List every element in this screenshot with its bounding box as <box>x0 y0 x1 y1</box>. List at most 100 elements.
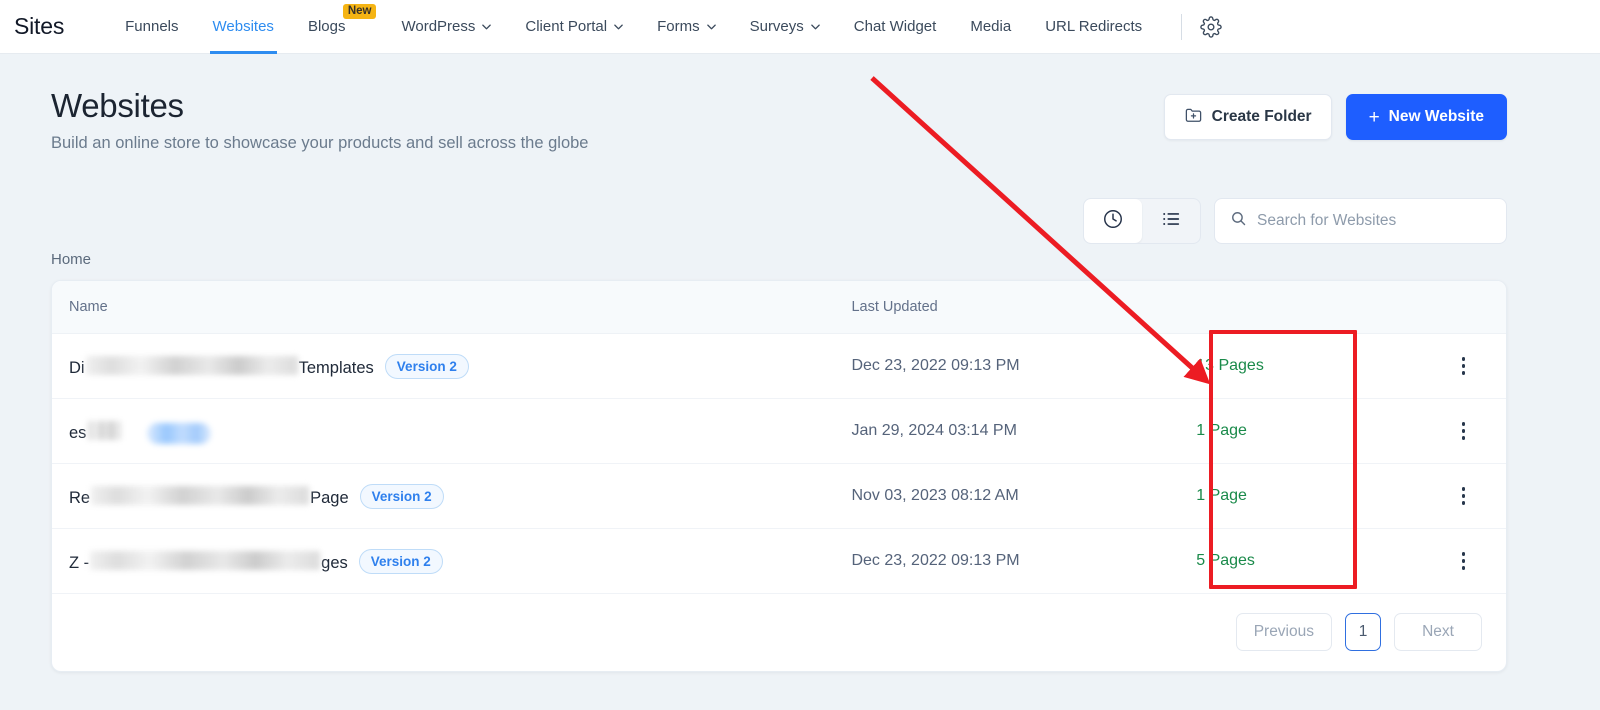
nav-item-wordpress[interactable]: WordPress <box>384 0 508 54</box>
new-badge: New <box>342 3 377 20</box>
nav-item-blogs[interactable]: Blogs New <box>291 0 377 54</box>
search-box[interactable] <box>1214 198 1507 244</box>
search-icon <box>1230 210 1247 232</box>
redacted-name-blur <box>87 421 122 440</box>
redacted-name-blur <box>85 356 298 375</box>
kebab-menu-icon[interactable] <box>1450 479 1478 513</box>
previous-page-button[interactable]: Previous <box>1235 613 1332 651</box>
top-navigation-bar: Sites Funnels Websites Blogs New WordPre… <box>0 0 1600 54</box>
view-mode-toggle <box>1083 198 1201 244</box>
nav-item-url-redirects[interactable]: URL Redirects <box>1028 0 1159 54</box>
next-page-button[interactable]: Next <box>1394 613 1482 651</box>
new-website-button[interactable]: + New Website <box>1345 94 1507 140</box>
row-actions-cell <box>1421 349 1506 383</box>
nav-divider <box>1181 13 1183 40</box>
row-pages-count[interactable]: 13 Pages <box>1196 357 1421 375</box>
nav-item-websites[interactable]: Websites <box>196 0 291 54</box>
name-suffix: Templates <box>298 359 374 377</box>
website-name: Re Page Version 2 <box>69 483 444 509</box>
row-name-cell[interactable]: Re Page Version 2 <box>52 483 851 509</box>
redacted-name-blur <box>90 551 321 570</box>
recent-view-button[interactable] <box>1084 199 1142 243</box>
list-icon <box>1160 208 1182 235</box>
row-last-updated: Jan 29, 2024 03:14 PM <box>851 422 1017 439</box>
redacted-name-blur <box>91 486 310 505</box>
table-row[interactable]: Z - ges Version 2 Dec 23, 2022 09:13 PM … <box>52 529 1506 594</box>
row-actions-cell <box>1421 544 1506 578</box>
create-folder-label: Create Folder <box>1211 108 1312 125</box>
kebab-menu-icon[interactable] <box>1450 349 1478 383</box>
nav-item-label: Surveys <box>749 18 804 35</box>
breadcrumb-item-home[interactable]: Home <box>51 251 91 268</box>
row-actions-cell <box>1421 414 1506 448</box>
nav-item-forms[interactable]: Forms <box>640 0 733 54</box>
row-name-cell[interactable]: es <box>52 419 851 444</box>
create-folder-button[interactable]: Create Folder <box>1163 94 1332 140</box>
table-row[interactable]: Di Templates Version 2 Dec 23, 2022 09:1… <box>52 334 1506 399</box>
row-name-cell[interactable]: Di Templates Version 2 <box>52 353 851 379</box>
list-view-button[interactable] <box>1142 199 1200 243</box>
list-toolbar <box>1083 198 1507 244</box>
version-badge: Version 2 <box>358 548 443 574</box>
clock-icon <box>1102 208 1124 235</box>
website-name: es <box>69 419 212 444</box>
new-website-label: New Website <box>1388 108 1484 125</box>
website-name-text: Di Templates <box>69 354 374 378</box>
redacted-version-badge-blur <box>147 422 212 444</box>
breadcrumb[interactable]: Home <box>51 251 91 268</box>
nav-item-label: Media <box>970 18 1012 35</box>
table-header-row: Name Last Updated <box>52 281 1506 334</box>
header-actions: Create Folder + New Website <box>1163 94 1507 140</box>
page-title: Websites <box>51 87 184 124</box>
name-suffix: ges <box>321 554 348 572</box>
kebab-menu-icon[interactable] <box>1450 414 1478 448</box>
name-prefix: Z - <box>69 554 90 572</box>
websites-table-card: Name Last Updated Di Templates Version 2 <box>51 280 1507 672</box>
nav-item-label: Funnels <box>125 18 179 35</box>
nav-item-chat-widget[interactable]: Chat Widget <box>837 0 954 54</box>
page-subtitle: Build an online store to showcase your p… <box>51 134 589 152</box>
name-prefix: Di <box>69 359 85 377</box>
website-name-text: es <box>69 419 122 443</box>
chevron-down-icon <box>706 21 716 31</box>
row-last-updated: Dec 23, 2022 09:13 PM <box>851 357 1020 374</box>
row-last-updated: Nov 03, 2023 08:12 AM <box>851 487 1019 504</box>
nav-item-label: WordPress <box>401 18 476 35</box>
nav-item-media[interactable]: Media <box>953 0 1028 54</box>
kebab-menu-icon[interactable] <box>1450 544 1478 578</box>
nav-item-funnels[interactable]: Funnels <box>108 0 195 54</box>
column-header-name: Name <box>69 299 108 315</box>
nav-item-label: Forms <box>657 18 700 35</box>
row-pages-count[interactable]: 5 Pages <box>1196 552 1421 570</box>
page-header: Websites Build an online store to showca… <box>51 87 588 153</box>
row-name-cell[interactable]: Z - ges Version 2 <box>52 548 851 574</box>
chevron-down-icon <box>481 21 492 31</box>
chevron-down-icon <box>613 21 623 31</box>
nav-item-label: URL Redirects <box>1045 18 1143 35</box>
gear-icon[interactable] <box>1196 12 1226 42</box>
nav-item-label: Client Portal <box>525 18 608 35</box>
nav-item-label: Blogs <box>307 18 346 35</box>
pagination: Previous 1 Next <box>1235 613 1482 651</box>
search-input[interactable] <box>1257 212 1491 230</box>
row-actions-cell <box>1421 479 1506 513</box>
app-brand: Sites <box>14 13 65 39</box>
row-pages-count[interactable]: 1 Page <box>1196 422 1421 440</box>
plus-icon: + <box>1368 106 1380 128</box>
name-prefix: Re <box>69 489 91 507</box>
name-prefix: es <box>69 424 87 442</box>
version-badge: Version 2 <box>359 483 444 509</box>
row-pages-count[interactable]: 1 Page <box>1196 487 1421 505</box>
nav-item-surveys[interactable]: Surveys <box>733 0 837 54</box>
page-number-1[interactable]: 1 <box>1345 613 1381 651</box>
version-badge: Version 2 <box>384 353 469 379</box>
nav-item-label: Websites <box>212 18 274 35</box>
row-last-updated: Dec 23, 2022 09:13 PM <box>851 552 1020 569</box>
nav-items: Funnels Websites Blogs New WordPress Cli… <box>108 0 1226 54</box>
table-row[interactable]: es Jan 29, 2024 03:14 PM 1 Page <box>52 399 1506 464</box>
nav-item-client-portal[interactable]: Client Portal <box>508 0 640 54</box>
app-root: Sites Funnels Websites Blogs New WordPre… <box>0 0 1600 710</box>
nav-item-label: Chat Widget <box>853 18 937 35</box>
chevron-down-icon <box>810 21 820 31</box>
table-row[interactable]: Re Page Version 2 Nov 03, 2023 08:12 AM … <box>52 464 1506 529</box>
